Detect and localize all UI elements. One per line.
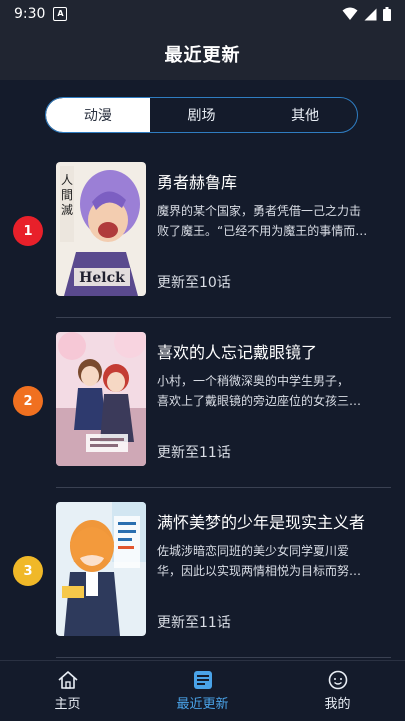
- tab-home[interactable]: 主页: [0, 661, 135, 721]
- wifi-icon: [342, 7, 358, 20]
- cover-image: [56, 332, 146, 466]
- tab-anime[interactable]: 动漫: [46, 98, 150, 132]
- svg-text:間: 間: [61, 188, 73, 202]
- list-item[interactable]: 3 满怀美梦的少年是现实主义者 佐城涉暗恋同班的美少女同学夏川爱 华，因此以实现…: [0, 490, 405, 660]
- tab-profile-label: 我的: [324, 697, 351, 712]
- bottom-tab-bar: 主页 最近更新 我的: [0, 660, 405, 721]
- item-title: 满怀美梦的少年是现实主义者: [157, 513, 366, 532]
- recent-updates-icon: [193, 671, 212, 689]
- item-description-line: 佐城涉暗恋同班的美少女同学夏川爱: [157, 544, 350, 558]
- item-description: 魔界的某个国家，勇者凭借一己之力击 败了魔王。“已经不用为魔王的事情而…: [157, 201, 389, 241]
- item-description-line: 败了魔王。“已经不用为魔王的事情而…: [157, 224, 368, 238]
- item-divider: [56, 317, 391, 318]
- app-header: 最近更新: [0, 28, 405, 80]
- signal-icon: [364, 8, 377, 20]
- page-title: 最近更新: [164, 45, 241, 66]
- item-update-status: 更新至11话: [157, 615, 231, 631]
- tab-other[interactable]: 其他: [253, 98, 357, 132]
- item-title: 喜欢的人忘记戴眼镜了: [157, 343, 318, 362]
- item-divider: [56, 487, 391, 488]
- item-description-line: 小村，一个稍微深奥的中学生男子，: [157, 374, 350, 388]
- status-bar: 9:30 A: [0, 0, 405, 28]
- tab-recent-updates-label: 最近更新: [176, 697, 229, 712]
- update-list: 1 人 間 滅 Helck 勇者赫鲁库 魔界的某个国家，勇者凭借一己之力击 败了…: [0, 150, 405, 660]
- svg-text:滅: 滅: [61, 203, 73, 217]
- list-item[interactable]: 1 人 間 滅 Helck 勇者赫鲁库 魔界的某个国家，勇者凭借一己之力击 败了…: [0, 150, 405, 320]
- item-description-line: 华，因此以实现两情相悦为目标而努…: [157, 564, 362, 578]
- a-notification-icon: A: [53, 7, 68, 21]
- tab-recent-updates[interactable]: 最近更新: [135, 661, 270, 721]
- item-description: 佐城涉暗恋同班的美少女同学夏川爱 华，因此以实现两情相悦为目标而努…: [157, 541, 389, 581]
- tab-theater[interactable]: 剧场: [150, 98, 254, 132]
- tab-home-label: 主页: [54, 697, 81, 712]
- profile-icon: [328, 670, 347, 690]
- status-time: 9:30: [14, 6, 46, 22]
- category-segment: 动漫 剧场 其他: [45, 97, 358, 133]
- item-description-line: 魔界的某个国家，勇者凭借一己之力击: [157, 204, 362, 218]
- svg-text:人: 人: [61, 173, 73, 187]
- rank-badge: 3: [13, 556, 43, 586]
- item-update-status: 更新至10话: [157, 275, 231, 291]
- cover-image: 人 間 滅 Helck: [56, 162, 146, 296]
- cover-title: Helck: [79, 270, 125, 286]
- list-item[interactable]: 2 喜欢的人忘记戴眼镜了 小村，一个稍微深奥的中学生男子， 喜欢上了戴眼镜的旁边…: [0, 320, 405, 490]
- item-divider: [56, 657, 391, 658]
- rank-badge: 2: [13, 386, 43, 416]
- battery-icon: [383, 7, 391, 21]
- rank-badge: 1: [13, 216, 43, 246]
- item-description-line: 喜欢上了戴眼镜的旁边座位的女孩三…: [157, 394, 362, 408]
- item-description: 小村，一个稍微深奥的中学生男子， 喜欢上了戴眼镜的旁边座位的女孩三…: [157, 371, 389, 411]
- cover-image: [56, 502, 146, 636]
- item-title: 勇者赫鲁库: [157, 173, 238, 192]
- home-icon: [57, 671, 78, 689]
- tab-profile[interactable]: 我的: [270, 661, 405, 721]
- item-update-status: 更新至11话: [157, 445, 231, 461]
